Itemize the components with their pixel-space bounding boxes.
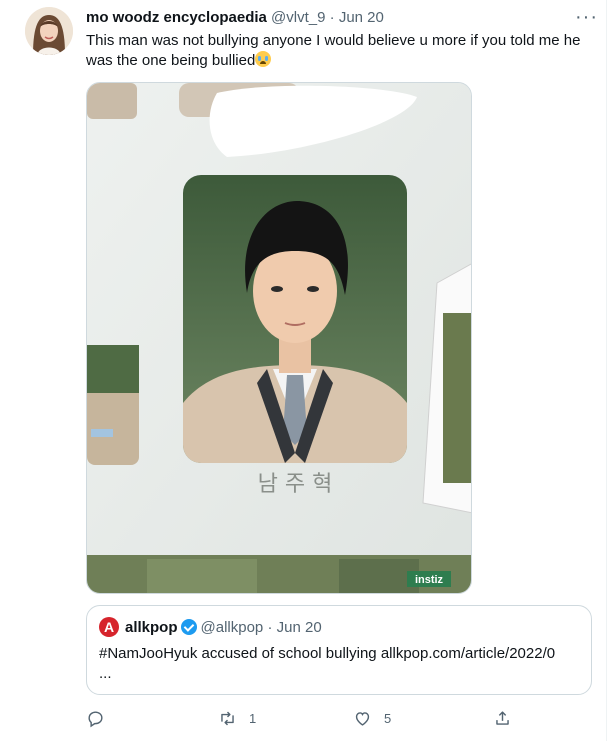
avatar[interactable] (25, 7, 73, 55)
tweet-text: This man was not bullying anyone I would… (86, 31, 586, 71)
more-options-icon[interactable]: ··· (575, 6, 598, 29)
like-count: 5 (384, 710, 392, 726)
quoted-tweet[interactable]: A allkpop @allkpop · Jun 20 #NamJooHyuk a… (86, 605, 592, 695)
author-handle[interactable]: @vlvt_9 (271, 9, 325, 26)
share-button[interactable] (493, 706, 512, 730)
yearbook-photo: 남 주 혁 instiz (87, 83, 471, 593)
share-icon (496, 710, 509, 725)
like-button[interactable]: 5 (353, 706, 391, 730)
tweet[interactable]: mo woodz encyclopaedia @vlvt_9 · Jun 20 … (0, 0, 607, 741)
quoted-date[interactable]: Jun 20 (277, 619, 322, 636)
tweet-date[interactable]: Jun 20 (339, 9, 384, 26)
reply-icon (88, 710, 103, 727)
loudly-crying-face-icon (255, 51, 272, 67)
watermark-label: instiz (415, 574, 444, 586)
tweet-body: This man was not bullying anyone I would… (86, 32, 581, 69)
retweet-icon (221, 711, 234, 725)
separator-dot: · (329, 9, 335, 26)
verified-badge-icon (180, 619, 197, 635)
tweet-image[interactable]: 남 주 혁 instiz (86, 82, 472, 594)
reply-button[interactable] (86, 706, 117, 730)
quoted-separator: · (267, 619, 273, 636)
retweet-button[interactable]: 1 (218, 706, 256, 730)
yearbook-name-caption: 남 주 혁 (258, 472, 333, 497)
quoted-handle[interactable]: @allkpop (201, 619, 264, 636)
retweet-count: 1 (249, 710, 257, 726)
quoted-text: #NamJooHyuk accused of school bullying a… (99, 645, 556, 682)
author-name[interactable]: mo woodz encyclopaedia (86, 9, 267, 26)
tweet-header: mo woodz encyclopaedia @vlvt_9 · Jun 20 (86, 9, 384, 27)
quoted-header: allkpop @allkpop · Jun 20 (125, 619, 322, 637)
quoted-avatar[interactable]: A (99, 617, 119, 637)
action-bar: 1 5 (86, 706, 509, 730)
heart-icon (355, 711, 370, 726)
quoted-author-name[interactable]: allkpop (125, 619, 178, 636)
